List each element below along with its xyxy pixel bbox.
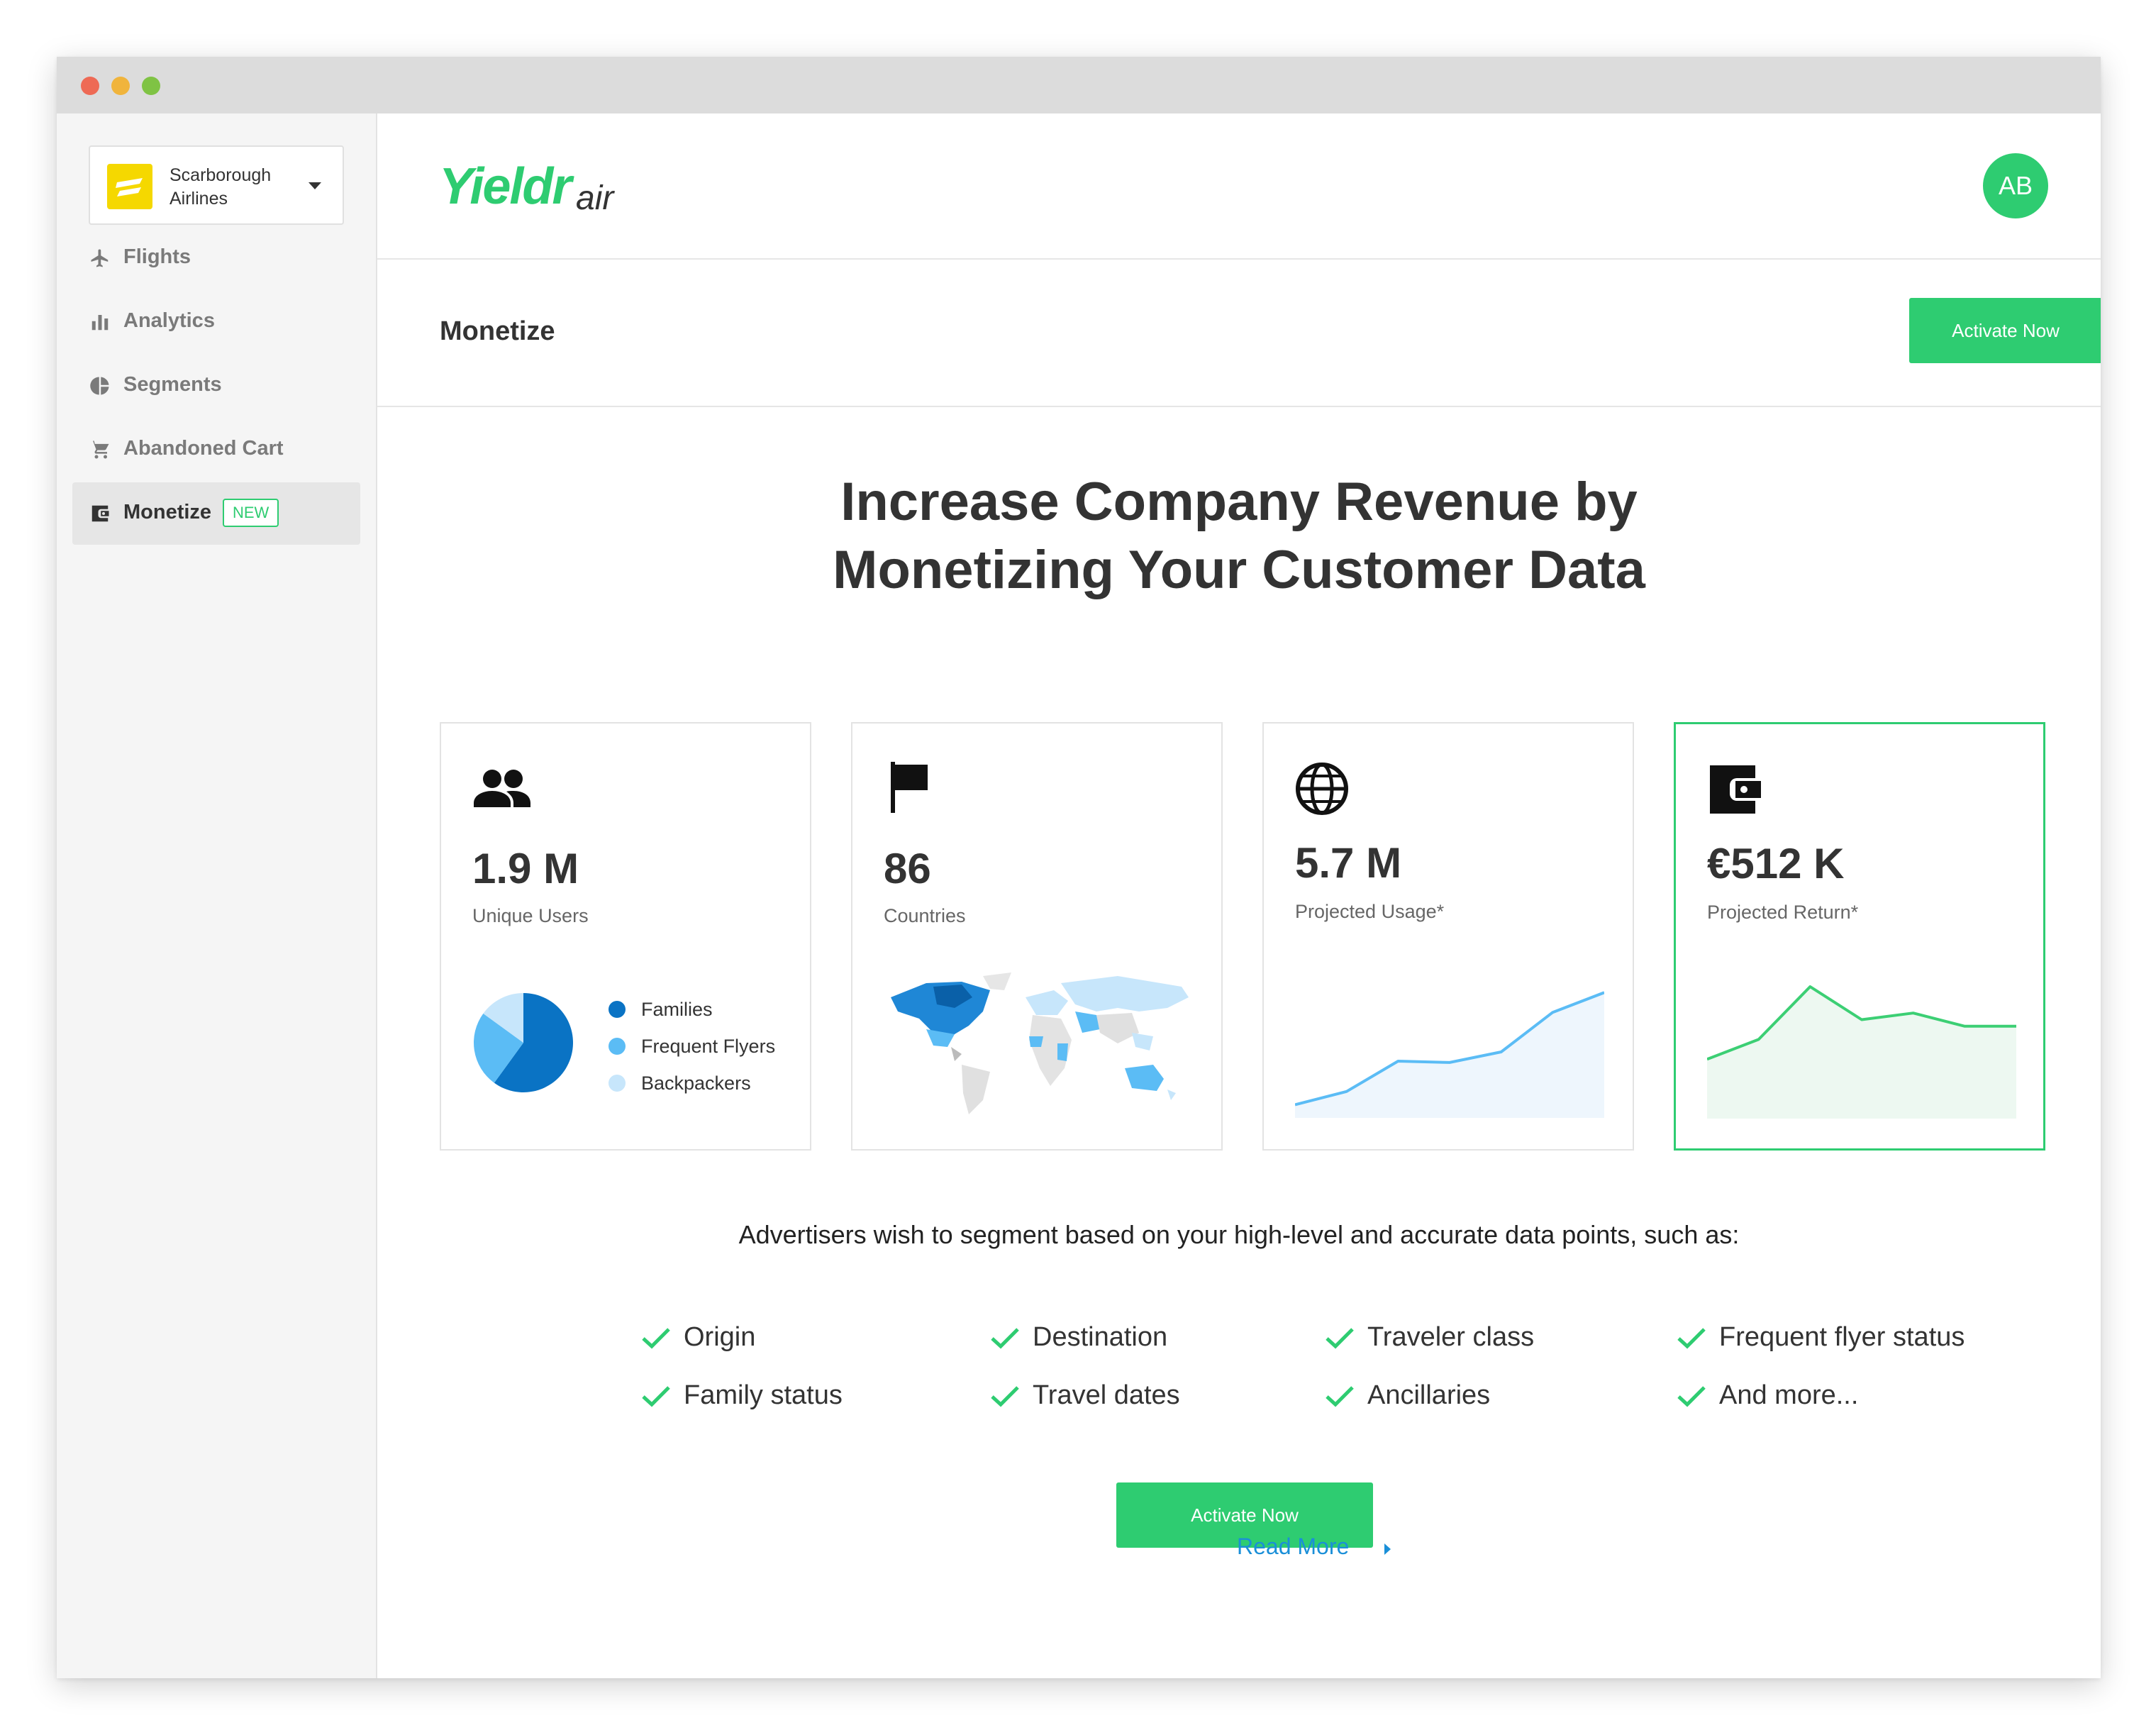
feature-item: Destination <box>991 1322 1168 1353</box>
checkmark-icon <box>1326 1386 1354 1407</box>
sidebar-item-label: Monetize <box>123 501 212 523</box>
legend-swatch <box>609 1037 626 1055</box>
segments-pie-chart <box>474 993 573 1092</box>
legend-swatch <box>609 1000 626 1018</box>
feature-label: Travel dates <box>1033 1380 1180 1410</box>
wallet-icon <box>1710 765 1761 814</box>
legend-label: Families <box>641 999 713 1020</box>
users-icon <box>474 770 530 807</box>
app-window: Scarborough Airlines Flights Analytics S… <box>57 57 2101 1678</box>
user-avatar[interactable]: AB <box>1983 153 2048 218</box>
new-badge: NEW <box>223 499 279 527</box>
legend-item: Families <box>609 999 713 1021</box>
feature-label: Ancillaries <box>1367 1380 1491 1410</box>
sidebar-item-label: Segments <box>123 373 222 396</box>
stat-label: Projected Usage* <box>1295 901 1445 922</box>
stat-value: €512 K <box>1707 840 1845 887</box>
sidebar-item-flights[interactable]: Flights <box>72 227 360 289</box>
stat-value: 86 <box>884 845 931 892</box>
activate-now-button-top[interactable]: Activate Now <box>1909 298 2101 363</box>
checkmark-icon <box>1677 1328 1706 1349</box>
feature-label: Traveler class <box>1367 1322 1535 1352</box>
shopping-cart-icon <box>90 440 109 459</box>
main-content: Yieldr air AB Monetize Activate Now Incr… <box>377 113 2101 1678</box>
sidebar-item-abandoned-cart[interactable]: Abandoned Cart <box>72 418 360 481</box>
bar-chart-icon <box>91 315 109 331</box>
sidebar-item-label: Analytics <box>123 309 215 332</box>
legend-label: Backpackers <box>641 1072 751 1094</box>
area-fill <box>1707 987 2016 1119</box>
pie-chart-icon <box>90 377 109 395</box>
title-bar <box>57 57 2101 113</box>
airline-logo-mark <box>116 178 143 196</box>
page-header: Monetize Activate Now <box>377 260 2101 407</box>
feature-label: And more... <box>1719 1380 1859 1410</box>
globe-icon <box>1296 763 1348 815</box>
feature-label: Family status <box>684 1380 843 1410</box>
feature-label: Destination <box>1033 1322 1168 1352</box>
feature-item: Ancillaries <box>1326 1380 1491 1411</box>
projected-usage-area-chart <box>1295 991 1604 1118</box>
checkmark-icon <box>991 1386 1019 1407</box>
airplane-icon <box>91 249 109 267</box>
projected-return-area-chart <box>1707 985 2016 1119</box>
world-map <box>891 972 1189 1114</box>
chevron-down-icon[interactable] <box>309 182 321 189</box>
sidebar-item-monetize[interactable]: Monetize NEW <box>72 482 360 545</box>
top-header: Yieldr air AB <box>377 113 2101 260</box>
hero-headline-line-2: Monetizing Your Customer Data <box>833 540 1645 600</box>
stat-card-projected-return: €512 K Projected Return* <box>1674 722 2045 1151</box>
checkmark-icon <box>991 1328 1019 1349</box>
feature-label: Origin <box>684 1322 756 1352</box>
hero-headline-line-1: Increase Company Revenue by <box>840 472 1638 532</box>
sidebar-item-label: Abandoned Cart <box>123 437 284 460</box>
brand-logo-suffix: air <box>576 179 614 217</box>
legend-label: Frequent Flyers <box>641 1036 776 1057</box>
maximize-window-button[interactable] <box>142 77 160 95</box>
legend-item: Frequent Flyers <box>609 1036 775 1058</box>
checkmark-icon <box>642 1328 670 1349</box>
sidebar: Scarborough Airlines Flights Analytics S… <box>57 113 377 1678</box>
hero-headline: Increase Company Revenue by Monetizing Y… <box>377 468 2101 604</box>
checkmark-icon <box>1326 1328 1354 1349</box>
legend-swatch <box>609 1074 626 1092</box>
feature-item: Origin <box>642 1322 756 1353</box>
feature-item: Traveler class <box>1326 1322 1535 1353</box>
sidebar-item-segments[interactable]: Segments <box>72 355 360 417</box>
chevron-right-icon[interactable] <box>1384 1543 1391 1555</box>
segmentation-intro: Advertisers wish to segment based on you… <box>738 1220 1740 1249</box>
feature-item: Frequent flyer status <box>1677 1322 1965 1353</box>
checkmark-icon <box>642 1386 670 1407</box>
read-more-link[interactable]: Read More <box>1237 1534 1349 1560</box>
close-window-button[interactable] <box>81 77 99 95</box>
legend-item: Backpackers <box>609 1072 751 1094</box>
feature-item: And more... <box>1677 1380 1859 1411</box>
wallet-icon <box>91 505 109 522</box>
feature-label: Frequent flyer status <box>1719 1322 1965 1352</box>
feature-item: Travel dates <box>991 1380 1180 1411</box>
minimize-window-button[interactable] <box>111 77 130 95</box>
stat-label: Projected Return* <box>1707 902 1859 923</box>
stat-card-projected-usage: 5.7 M Projected Usage* <box>1262 722 1634 1151</box>
account-switcher[interactable]: Scarborough Airlines <box>89 145 344 225</box>
sidebar-item-label: Flights <box>123 245 191 268</box>
stat-card-countries: 86 Countries <box>851 722 1223 1151</box>
brand-logo[interactable]: Yieldr <box>439 157 572 216</box>
flag-icon <box>891 762 928 813</box>
airline-logo <box>107 164 152 209</box>
stat-label: Countries <box>884 905 966 926</box>
stat-card-unique-users: 1.9 M Unique Users Families Frequent Fly… <box>440 722 811 1151</box>
account-name: Scarborough Airlines <box>170 165 272 209</box>
page-title: Monetize <box>440 316 555 346</box>
stat-value: 1.9 M <box>472 845 579 892</box>
checkmark-icon <box>1677 1386 1706 1407</box>
stat-label: Unique Users <box>472 905 589 926</box>
sidebar-item-analytics[interactable]: Analytics <box>72 291 360 353</box>
feature-item: Family status <box>642 1380 843 1411</box>
stat-value: 5.7 M <box>1295 839 1402 887</box>
